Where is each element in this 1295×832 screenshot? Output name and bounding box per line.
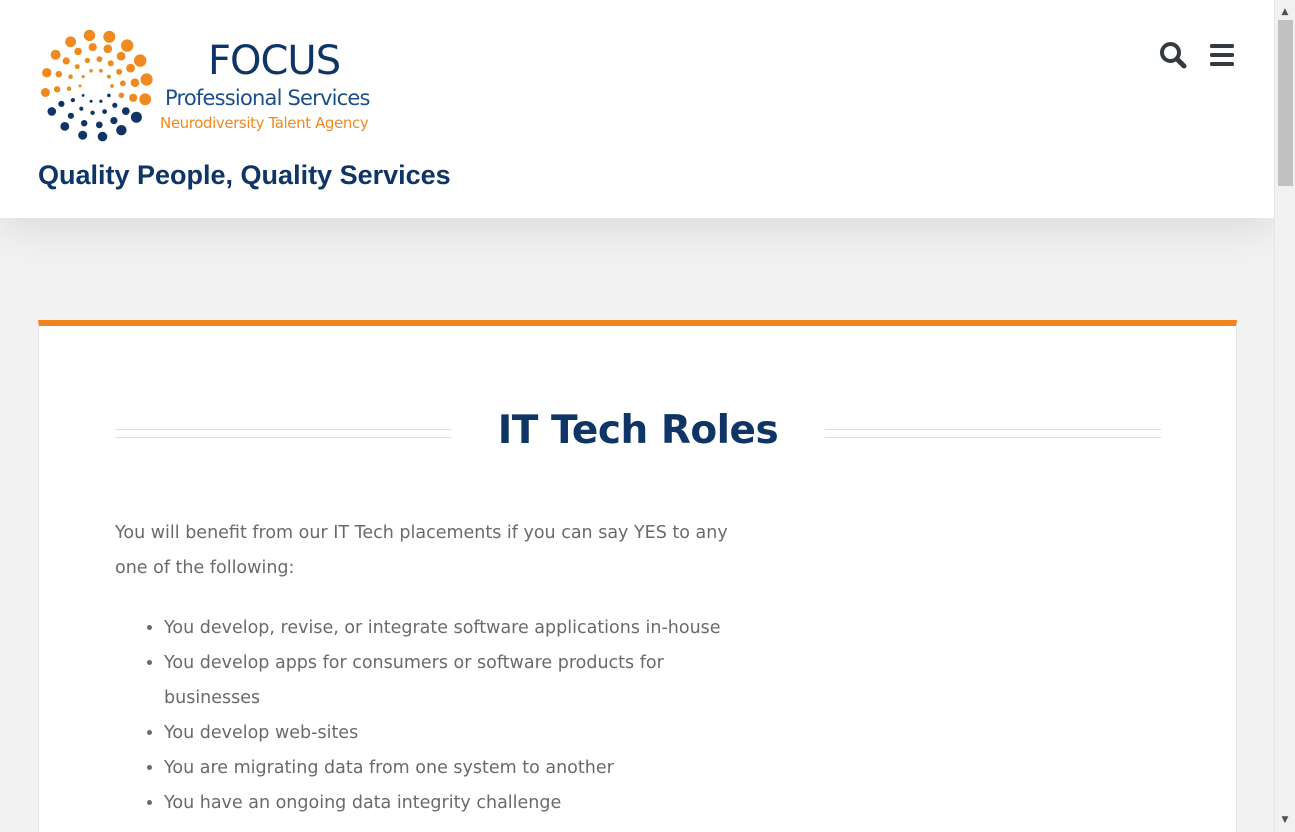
logo-dot [121, 39, 134, 52]
logo-subtitle[interactable]: Professional Services [165, 86, 370, 110]
scrollbar-thumb[interactable] [1278, 20, 1293, 186]
logo-dot [106, 74, 111, 79]
content-card: IT Tech Roles You will benefit from our … [38, 320, 1237, 832]
logo-dot [81, 94, 85, 97]
logo-dot [84, 57, 91, 64]
logo-dot [102, 109, 107, 114]
logo-dot [74, 64, 80, 70]
logo-dot [107, 93, 111, 98]
site-tagline: Quality People, Quality Services [38, 160, 451, 190]
logo-dot [47, 107, 57, 116]
logo-dot [50, 49, 61, 60]
logo-dot [116, 68, 123, 75]
logo-dot [103, 44, 113, 54]
logo-dot [129, 93, 138, 102]
hamburger-menu-icon [1210, 44, 1234, 66]
logo-dot [53, 86, 61, 93]
logo-dot [58, 100, 65, 107]
logo-dot [79, 106, 84, 111]
logo-dot [83, 29, 96, 42]
logo-brand-text[interactable]: FOCUS [208, 38, 341, 84]
logo-dot [120, 80, 126, 87]
logo-dot [88, 43, 97, 52]
logo-dot [78, 84, 82, 88]
logo-dot [110, 84, 114, 88]
logo-dot [70, 98, 75, 103]
title-separator-left [115, 429, 451, 438]
logo-dot [126, 63, 135, 73]
focus-logo-mark[interactable] [36, 22, 160, 152]
logo-dot [78, 130, 88, 140]
logo-dot [95, 121, 103, 129]
scroll-down-arrow-icon[interactable]: ▼ [1275, 810, 1295, 830]
logo-dot [81, 75, 85, 79]
benefit-list: You develop, revise, or integrate softwa… [164, 611, 724, 821]
scroll-up-arrow-icon[interactable]: ▲ [1275, 2, 1295, 22]
list-item: You develop web-sites [164, 716, 724, 751]
logo-dot [121, 107, 130, 115]
logo-dot [140, 73, 153, 86]
logo-dot [40, 88, 50, 97]
logo-dot [42, 68, 52, 78]
logo-descriptor[interactable]: Neurodiversity Talent Agency [160, 114, 369, 132]
list-item: You are migrating data from one system t… [164, 751, 724, 786]
logo-dot [103, 30, 116, 43]
intro-paragraph: You will benefit from our IT Tech placem… [115, 523, 728, 578]
logo-dot [107, 60, 114, 67]
menu-button[interactable] [1208, 40, 1238, 70]
page-scrollbar[interactable]: ▲ ▼ [1274, 0, 1295, 832]
logo-dot [60, 122, 70, 131]
logo-dot [62, 57, 70, 65]
search-icon [1160, 42, 1187, 69]
logo-dot [66, 86, 72, 91]
logo-dot [96, 56, 103, 63]
logo-dot [134, 54, 147, 67]
logo-dot [112, 102, 118, 108]
logo-dot [90, 110, 95, 116]
logo-dot [99, 68, 103, 73]
logo-dot [99, 99, 103, 103]
logo-dot [68, 74, 73, 79]
logo-dot [116, 125, 127, 136]
logo-dot [97, 131, 108, 142]
logo-dot [110, 117, 118, 125]
logo-dot [118, 92, 125, 99]
list-item: You develop apps for consumers or softwa… [164, 646, 724, 716]
page-title: IT Tech Roles [497, 408, 779, 453]
logo-dot [89, 99, 93, 103]
logo-dot [130, 111, 142, 123]
list-item: You have an ongoing data integrity chall… [164, 786, 724, 821]
logo-dot [74, 47, 82, 56]
site-header: FOCUS Professional Services Neurodiversi… [0, 0, 1274, 218]
logo-dot [65, 36, 76, 48]
logo-dot [81, 120, 88, 127]
logo-dot [55, 70, 63, 78]
logo-dot [89, 69, 93, 73]
search-button[interactable] [1158, 40, 1188, 70]
logo-dot [67, 112, 74, 119]
title-separator-right [825, 429, 1161, 438]
logo-dot [130, 78, 140, 87]
logo-dot [139, 93, 152, 106]
list-item: You develop, revise, or integrate softwa… [164, 611, 724, 646]
logo-dot [116, 51, 126, 61]
